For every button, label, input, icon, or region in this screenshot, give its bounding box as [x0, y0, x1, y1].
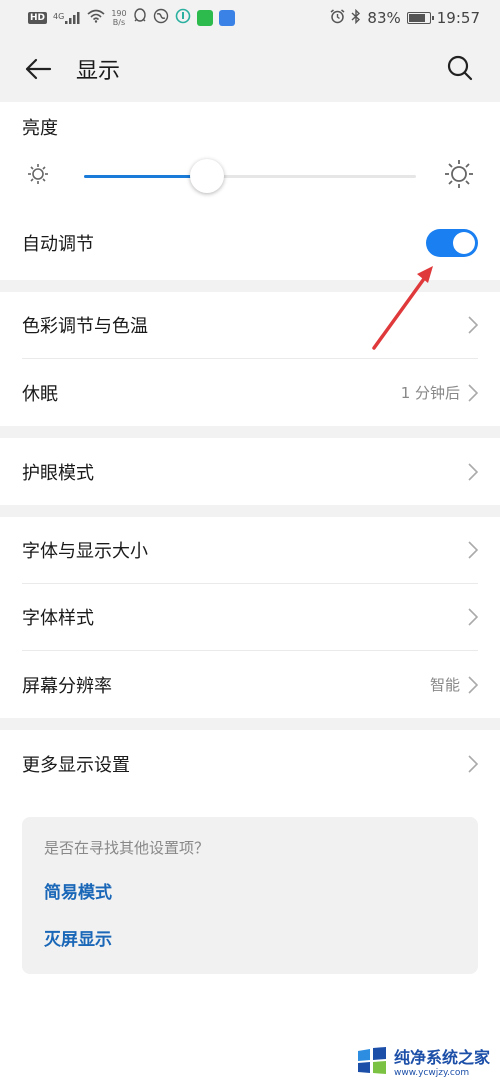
chevron-right-icon — [468, 608, 478, 626]
watermark-logo-icon — [356, 1047, 388, 1075]
app-bar: 显示 — [0, 36, 500, 102]
auto-adjust-row[interactable]: 自动调节 — [22, 206, 478, 280]
row-right — [468, 541, 478, 559]
wifi-icon — [87, 9, 105, 27]
network-speed: 190 B/s — [111, 9, 126, 27]
battery-fill — [408, 14, 426, 22]
app-icon-teal — [175, 8, 191, 28]
bluetooth-icon — [351, 8, 361, 28]
eye-comfort-row[interactable]: 护眼模式 — [22, 438, 478, 505]
brightness-low-icon — [28, 164, 48, 184]
speed-unit: B/s — [112, 18, 126, 27]
brightness-slider-row — [22, 146, 478, 206]
suggestions-section: 是否在寻找其他设置项？ 简易模式 灭屏显示 — [0, 797, 500, 1014]
row-right — [468, 608, 478, 626]
network-type: 4G — [53, 12, 65, 21]
row-right — [468, 462, 478, 481]
section-gap — [0, 718, 500, 730]
chevron-right-icon — [468, 316, 478, 334]
simple-mode-link[interactable]: 简易模式 — [44, 878, 456, 903]
watermark-name: 纯净系统之家 — [393, 1048, 490, 1067]
row-right: 智能 — [430, 674, 478, 695]
section-gap — [0, 280, 500, 292]
font-style-row[interactable]: 字体样式 — [22, 584, 478, 651]
screen-resolution-row[interactable]: 屏幕分辨率 智能 — [22, 651, 478, 718]
resolution-value: 智能 — [429, 676, 460, 694]
search-button[interactable] — [442, 50, 478, 86]
brightness-label: 亮度 — [22, 118, 58, 139]
brightness-slider-fill — [84, 175, 207, 178]
color-temperature-row[interactable]: 色彩调节与色温 — [22, 292, 478, 359]
row-label: 字体样式 — [22, 608, 94, 629]
status-left: HD 4G 190 B/s — [28, 8, 235, 28]
battery-icon — [406, 12, 434, 24]
suggestions-title: 是否在寻找其他设置项？ — [44, 839, 210, 857]
row-label: 色彩调节与色温 — [22, 316, 148, 337]
brightness-slider-thumb[interactable] — [189, 159, 224, 193]
arrow-left-icon — [25, 58, 52, 80]
settings-content: 亮度 自动调节 色彩调节与色温 休眠 1 分钟后 护眼模式 字体与显示大小 字体… — [0, 102, 500, 1014]
signal-icon: 4G — [53, 12, 81, 24]
row-label: 休眠 — [22, 383, 58, 405]
font-resolution-group: 字体与显示大小 字体样式 屏幕分辨率 智能 — [0, 517, 500, 718]
chevron-right-icon — [468, 754, 478, 773]
watermark: 纯净系统之家 www.ycwjzy.com — [356, 1044, 490, 1078]
chevron-right-icon — [468, 541, 478, 559]
always-on-display-link[interactable]: 灭屏显示 — [44, 925, 456, 950]
status-right: 83% 19:57 — [330, 8, 480, 28]
row-right — [468, 754, 478, 773]
brightness-high-icon — [445, 160, 473, 188]
battery-percent: 83% — [367, 9, 401, 27]
brightness-group: 亮度 自动调节 — [0, 102, 500, 280]
speed-value: 190 — [111, 9, 127, 18]
section-gap — [0, 426, 500, 438]
chevron-right-icon — [468, 383, 478, 402]
more-display-settings-row[interactable]: 更多显示设置 — [22, 730, 478, 797]
qq-icon — [133, 8, 147, 28]
chevron-right-icon — [468, 462, 478, 481]
section-gap — [0, 505, 500, 517]
sleep-value: 1 分钟后 — [400, 384, 460, 402]
row-right: 1 分钟后 — [401, 382, 478, 403]
alarm-icon — [330, 8, 345, 28]
watermark-text: 纯净系统之家 www.ycwjzy.com — [394, 1044, 490, 1078]
row-label: 字体与显示大小 — [22, 541, 148, 562]
row-label: 护眼模式 — [22, 462, 94, 484]
browser-icon — [153, 8, 169, 28]
more-settings-group: 更多显示设置 — [0, 730, 500, 797]
row-label: 更多显示设置 — [22, 754, 130, 776]
clock: 19:57 — [436, 9, 480, 27]
color-sleep-group: 色彩调节与色温 休眠 1 分钟后 — [0, 292, 500, 426]
status-bar: HD 4G 190 B/s 83% 19:57 — [0, 0, 500, 36]
search-icon — [447, 55, 473, 81]
hd-icon: HD — [28, 12, 48, 24]
chevron-right-icon — [468, 675, 478, 694]
app-icon-green — [196, 10, 213, 26]
auto-adjust-toggle[interactable] — [426, 229, 478, 257]
auto-adjust-label: 自动调节 — [22, 234, 94, 255]
suggestions-card: 是否在寻找其他设置项？ 简易模式 灭屏显示 — [22, 817, 478, 974]
back-button[interactable] — [18, 49, 58, 89]
app-icon-blue — [218, 10, 235, 26]
brightness-slider[interactable] — [84, 159, 416, 193]
eye-comfort-group: 护眼模式 — [0, 438, 500, 505]
row-right — [468, 316, 478, 334]
sleep-row[interactable]: 休眠 1 分钟后 — [22, 359, 478, 426]
watermark-url: www.ycwjzy.com — [393, 1068, 470, 1078]
row-label: 屏幕分辨率 — [22, 675, 112, 697]
page-title: 显示 — [76, 59, 121, 84]
toggle-knob — [453, 232, 475, 254]
font-display-size-row[interactable]: 字体与显示大小 — [22, 517, 478, 584]
